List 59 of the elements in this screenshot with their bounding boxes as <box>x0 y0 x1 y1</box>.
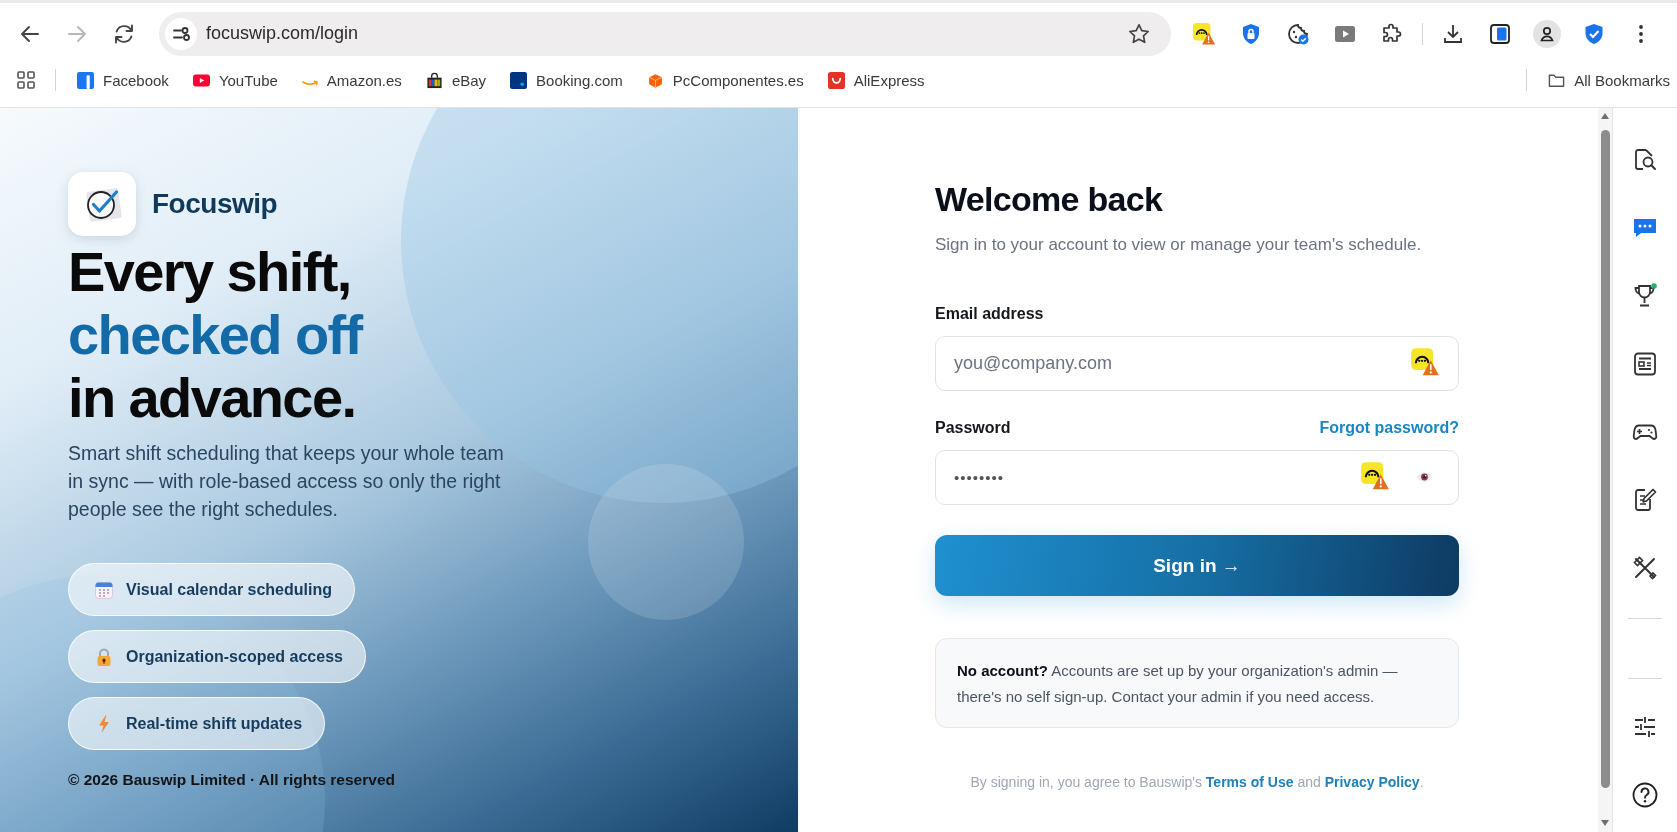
description: Smart shift scheduling that keeps your whole team in sync — with role-based access so only the right people see the right schedules. <box>68 441 505 522</box>
more-icon[interactable] <box>1638 23 1644 44</box>
terms-link[interactable]: Terms of Use <box>1205 774 1294 790</box>
box-icon <box>646 71 664 89</box>
forgot-password-link[interactable]: Forgot password? <box>1319 419 1459 437</box>
sliders-icon[interactable] <box>1632 714 1658 740</box>
calendar-icon <box>94 579 114 600</box>
all-bookmarks-link[interactable]: All Bookmarks <box>1548 64 1670 96</box>
field-label: Email address <box>935 305 1044 323</box>
square-logo-icon <box>510 71 528 89</box>
eye-icon[interactable] <box>1416 471 1433 483</box>
brand-name: Focuswip <box>152 188 278 220</box>
logo-icon <box>68 172 136 236</box>
feature-label: Real-time shift updates <box>126 714 303 733</box>
scroll-up-icon[interactable] <box>1600 112 1610 120</box>
email-field[interactable]: you@company.com <box>935 336 1459 391</box>
star-icon[interactable] <box>1127 21 1151 46</box>
page-search-icon[interactable] <box>1632 147 1658 173</box>
field-label: Password <box>935 419 1011 437</box>
bookmark-link[interactable]: Booking.com <box>510 64 623 96</box>
square-logo-icon <box>77 71 94 89</box>
apps-grid-icon[interactable] <box>17 71 35 89</box>
smile-logo-icon <box>827 71 845 89</box>
edit-note-icon[interactable] <box>1632 487 1658 513</box>
shopping-bag-icon <box>425 71 443 89</box>
profile-icon[interactable] <box>1533 19 1561 48</box>
bookmark-link[interactable]: PcComponentes.es <box>646 64 804 96</box>
bookmark-link[interactable]: AliExpress <box>827 64 925 96</box>
scroll-down-icon[interactable] <box>1600 819 1610 827</box>
extension-warning-icon[interactable] <box>1360 461 1390 491</box>
cookie-icon[interactable] <box>1286 21 1310 46</box>
bookmark-link[interactable]: Facebook <box>77 64 169 96</box>
legal-text: By signing in, you agree to Bauswip's Terms of Use and Privacy Policy. <box>969 774 1425 790</box>
tools-icon[interactable] <box>1632 555 1658 581</box>
headline-line: Every shift, <box>68 240 351 303</box>
copyright-text: © 2026 Bauswip Limited · All rights reserved <box>68 771 395 789</box>
scrollbar-thumb[interactable] <box>1600 130 1610 788</box>
feature-label: Visual calendar scheduling <box>126 580 332 599</box>
bookmark-link[interactable]: YouTube <box>192 64 278 96</box>
sign-in-button[interactable]: Sign in → <box>935 535 1459 596</box>
headline-line: checked off <box>68 303 362 366</box>
bookmark-link[interactable]: Amazon.es <box>301 64 402 96</box>
trophy-icon[interactable] <box>1632 283 1658 309</box>
extension-warning-icon[interactable] <box>1410 347 1440 377</box>
extension-warning-icon[interactable] <box>1192 21 1216 46</box>
news-icon[interactable] <box>1632 351 1658 377</box>
smile-arrow-icon <box>301 80 318 88</box>
headline-line: in advance. <box>68 366 356 429</box>
side-panel-icon[interactable] <box>1488 21 1512 46</box>
privacy-link[interactable]: Privacy Policy <box>1324 774 1420 790</box>
address-bar[interactable]: focuswip.com/login <box>159 11 1171 56</box>
help-icon[interactable] <box>1632 782 1658 808</box>
site-settings-icon[interactable] <box>165 17 197 50</box>
feature-label: Organization-scoped access <box>126 647 343 666</box>
account-notice: No account? Accounts are set up by your organization's admin — there's no self sign-up. Contact your admin if you need access. <box>935 638 1459 728</box>
password-field[interactable]: •••••••• <box>935 450 1459 505</box>
login-subtitle: Sign in to your account to view or manage your team's schedule. <box>935 234 1423 256</box>
login-title: Welcome back <box>935 179 1164 219</box>
bookmark-link[interactable]: eBay <box>425 64 487 96</box>
